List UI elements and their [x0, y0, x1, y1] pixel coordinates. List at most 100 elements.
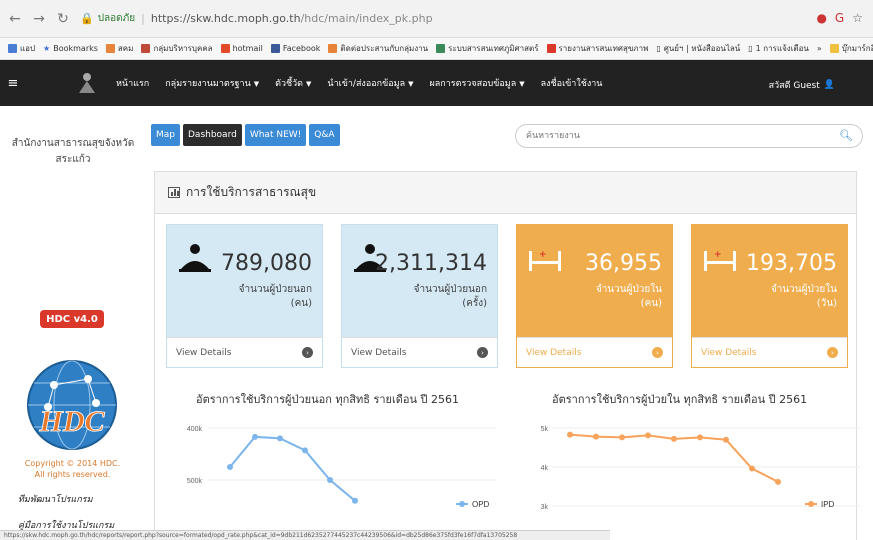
- panel-header: การใช้บริการสาธารณสุข: [155, 172, 856, 214]
- bookmark-bookmarks[interactable]: ★ Bookmarks: [43, 44, 98, 53]
- status-bar-url: https://skw.hdc.moph.go.th/hdc/reports/r…: [0, 530, 610, 540]
- data-point: [723, 436, 729, 443]
- stat-value: 36,955: [585, 251, 662, 276]
- stat-label: จำนวนผู้ป่วยใน (คน): [595, 284, 662, 309]
- ipd-chart-title: อัตราการใช้บริการผู้ป่วยใน ทุกสิทธิ รายเ…: [552, 393, 808, 406]
- view-tabs: Map Dashboard What NEW! Q&A: [151, 124, 340, 146]
- caret-down-icon: ▼: [408, 80, 414, 88]
- stat-label: จำนวนผู้ป่วยใน (วัน): [770, 284, 837, 309]
- site-navbar: ≡ หน้าแรก กลุ่มรายงานมาตรฐาน ▼ ตัวชี้วัด ▼…: [0, 60, 873, 106]
- hospital-bed-icon: +: [529, 250, 561, 271]
- secure-label: ปลอดภัย: [97, 13, 136, 24]
- tab-whats-new[interactable]: What NEW!: [244, 124, 307, 146]
- bookmark-gis[interactable]: ระบบสารสนเทศภูมิศาสตร์: [436, 42, 539, 55]
- hospital-bed-icon: +: [704, 250, 736, 271]
- bookmark-favicon: [436, 44, 446, 53]
- search-input[interactable]: [526, 131, 826, 141]
- folder-icon: [829, 44, 839, 53]
- stat-label: จำนวนผู้ป่วยนอก (คน): [238, 284, 312, 309]
- legend-marker: [808, 501, 814, 507]
- bookmark-facebook[interactable]: Facebook: [270, 44, 320, 53]
- dev-team-link[interactable]: ทีมพัฒนาโปรแกรม: [18, 492, 93, 506]
- tab-qa[interactable]: Q&A: [309, 124, 340, 146]
- legend-label: OPD: [472, 500, 490, 509]
- menu-data-check[interactable]: ผลการตรวจสอบข้อมูล ▼: [430, 76, 525, 90]
- bookmark-favicon: [220, 44, 230, 53]
- user-greeting[interactable]: สวัสดี Guest 👤: [769, 78, 835, 92]
- stat-value: 2,311,314: [375, 251, 487, 276]
- opd-line-chart: 400k 500k OPD: [187, 426, 496, 509]
- svg-text:HDC: HDC: [38, 405, 105, 438]
- panel-title: การใช้บริการสาธารณสุข: [186, 185, 317, 199]
- menu-standard-reports[interactable]: กลุ่มรายงานมาตรฐาน ▼: [165, 76, 259, 90]
- data-point: [645, 432, 651, 439]
- search-icon[interactable]: 🔍︎: [839, 129, 853, 142]
- bookmarks-bar: แอป ★ Bookmarks สคม กลุ่มบริหารบุคคล hotm…: [0, 38, 873, 60]
- menu-home[interactable]: หน้าแรก: [116, 76, 149, 90]
- bookmark-notify[interactable]: ▯ 1 การแจ้งเตือน: [748, 42, 809, 55]
- card-ipd-days: + 193,705 จำนวนผู้ป่วยใน (วัน) View Detai…: [691, 224, 848, 368]
- facebook-icon: [270, 44, 280, 53]
- hamburger-icon[interactable]: ≡: [0, 76, 26, 91]
- url-field[interactable]: 🔒 ปลอดภัย | https://skw.hdc.moph.go.th /…: [80, 7, 433, 31]
- apps-icon: [8, 44, 17, 53]
- caret-down-icon: ▼: [253, 80, 260, 88]
- site-logo[interactable]: [72, 68, 102, 98]
- bookmark-skm[interactable]: สคม: [105, 42, 133, 55]
- view-details-link[interactable]: View Details ›: [517, 337, 672, 367]
- bookmark-more[interactable]: »: [817, 44, 822, 53]
- svg-text:+: +: [714, 250, 722, 260]
- url-path: /hdc/main/index_pk.php: [300, 12, 433, 25]
- reload-icon[interactable]: ↻: [54, 11, 72, 27]
- data-point: [302, 447, 308, 454]
- data-point: [352, 497, 358, 504]
- copyright: Copyright © 2014 HDC. All rights reserve…: [24, 459, 121, 479]
- browser-address-bar: ← → ↻ 🔒 ปลอดภัย | https://skw.hdc.moph.g…: [0, 0, 873, 38]
- forward-icon[interactable]: →: [30, 11, 48, 27]
- bookmark-contact[interactable]: ติดต่อประสานกับกลุ่มงาน: [328, 42, 428, 55]
- tab-dashboard[interactable]: Dashboard: [183, 124, 242, 146]
- menu-login[interactable]: ลงชื่อเข้าใช้งาน: [541, 76, 603, 90]
- logo-icon: [79, 73, 95, 93]
- bookmark-star-icon[interactable]: ☆: [852, 11, 863, 25]
- org-name: สำนักงานสาธารณสุขจังหวัดสระแก้ว: [11, 138, 135, 165]
- menu-import-export[interactable]: นำเข้า/ส่งออกข้อมูล ▼: [327, 76, 413, 90]
- card-ipd-persons: + 36,955 จำนวนผู้ป่วยใน (คน) View Details…: [516, 224, 673, 368]
- page-icon: ▯: [748, 44, 753, 53]
- bookmark-hr[interactable]: กลุ่มบริหารบุคคล: [141, 42, 213, 55]
- report-search: 🔍︎: [515, 124, 863, 148]
- data-point: [775, 478, 781, 485]
- page-icon: ▯: [656, 44, 661, 53]
- card-opd-visits: 2,311,314 จำนวนผู้ป่วยนอก (ครั้ง) View De…: [341, 224, 498, 368]
- data-point: [567, 431, 573, 438]
- card-opd-persons: 789,080 จำนวนผู้ป่วยนอก (คน) View Details…: [166, 224, 323, 368]
- data-point: [697, 434, 703, 441]
- menu-indicators[interactable]: ตัวชี้วัด ▼: [275, 76, 311, 90]
- bookmark-favicon: [328, 44, 338, 53]
- version-badge: HDC v4.0: [40, 310, 104, 328]
- data-point: [619, 434, 625, 441]
- outpatient-icon: [179, 244, 211, 272]
- back-icon[interactable]: ←: [6, 11, 24, 27]
- view-details-link[interactable]: View Details ›: [342, 337, 497, 367]
- bookmark-hotmail[interactable]: hotmail: [220, 44, 263, 53]
- star-icon: ★: [43, 44, 51, 53]
- extension-icon[interactable]: ●: [816, 11, 826, 25]
- bookmark-apps[interactable]: แอป: [8, 42, 35, 55]
- google-icon[interactable]: G: [835, 11, 844, 25]
- view-details-link[interactable]: View Details ›: [167, 337, 322, 367]
- caret-down-icon: ▼: [306, 80, 312, 88]
- data-point: [671, 435, 677, 442]
- bookmark-favicon: [546, 44, 556, 53]
- data-point: [749, 465, 755, 472]
- arrow-right-circle-icon: ›: [302, 347, 313, 358]
- view-details-link[interactable]: View Details ›: [692, 337, 847, 367]
- tab-map[interactable]: Map: [151, 124, 180, 146]
- opd-series-line: [229, 435, 356, 502]
- bookmark-ebook[interactable]: ▯ ศูนย์ฯ | หนังสืออนไลน์: [656, 42, 740, 55]
- bookmark-report[interactable]: รายงานสารสนเทศสุขภาพ: [546, 42, 648, 55]
- bookmark-other[interactable]: บุ๊กมาร์กอื่นๆ: [829, 42, 873, 55]
- stat-label: จำนวนผู้ป่วยนอก (ครั้ง): [413, 284, 487, 309]
- data-point: [327, 477, 333, 483]
- svg-text:+: +: [539, 250, 547, 260]
